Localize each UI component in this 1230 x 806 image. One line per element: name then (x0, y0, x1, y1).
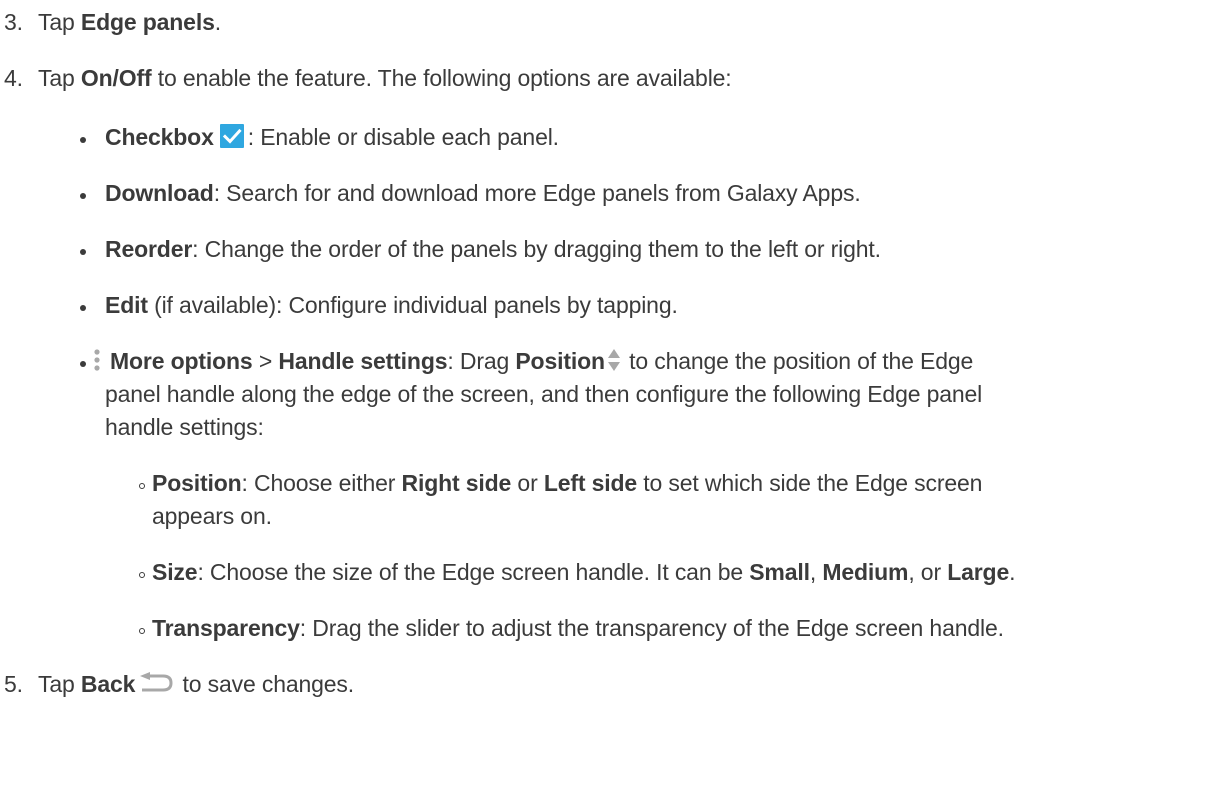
sub-bullet (139, 572, 145, 578)
handle-settings-label: Handle settings (278, 348, 448, 374)
more-options-icon (92, 348, 102, 378)
list-item-more-options-line3: handle settings: (105, 414, 264, 440)
position-label: Position (515, 348, 605, 374)
large-label: Large (947, 559, 1010, 585)
position-arrows-icon (607, 347, 621, 373)
edge-panels-label: Edge panels (80, 9, 215, 35)
reorder-label: Reorder (105, 236, 193, 262)
download-label: Download (105, 180, 214, 206)
step-number: 5. (4, 671, 23, 697)
checkbox-label: Checkbox (105, 124, 214, 150)
list-item-more-options: More options > Handle settings: Drag Pos… (92, 346, 973, 378)
step-number: 4. (4, 65, 23, 91)
bullet (80, 249, 86, 255)
list-item-checkbox: Checkbox: Enable or disable each panel. (105, 123, 559, 150)
bullet (80, 193, 86, 199)
sub-list-item-transparency: Transparency: Drag the slider to adjust … (152, 615, 1004, 641)
step-text: Tap Edge panels. (38, 9, 221, 35)
list-item-download: Download: Search for and download more E… (105, 180, 861, 206)
back-label: Back (80, 671, 136, 697)
more-options-label: More options (110, 348, 253, 374)
left-side-label: Left side (543, 470, 638, 496)
back-icon (139, 670, 173, 692)
list-item-edit: Edit (if available): Configure individua… (105, 292, 678, 318)
checkbox-checked-icon (219, 123, 244, 148)
bullet (80, 305, 86, 311)
bullet (80, 361, 86, 367)
right-side-label: Right side (401, 470, 512, 496)
sub-bullet (139, 483, 145, 489)
size-label: Size (152, 559, 198, 585)
edit-label: Edit (105, 292, 148, 318)
step-text: Tap On/Off to enable the feature. The fo… (38, 65, 732, 91)
list-item-more-options-line2: panel handle along the edge of the scree… (105, 381, 983, 407)
sub-list-item-position: Position: Choose either Right side or Le… (152, 470, 983, 496)
sub-list-item-position-line2: appears on. (152, 503, 272, 529)
sub-bullet (139, 628, 145, 634)
position-label: Position (152, 470, 242, 496)
step-text: Tap Back to save changes. (38, 670, 354, 697)
transparency-label: Transparency (152, 615, 300, 641)
step-number: 3. (4, 9, 23, 35)
small-label: Small (749, 559, 810, 585)
medium-label: Medium (822, 559, 909, 585)
sub-list-item-size: Size: Choose the size of the Edge screen… (152, 559, 1016, 585)
bullet (80, 137, 86, 143)
list-item-reorder: Reorder: Change the order of the panels … (105, 236, 881, 262)
on-off-label: On/Off (80, 65, 152, 91)
